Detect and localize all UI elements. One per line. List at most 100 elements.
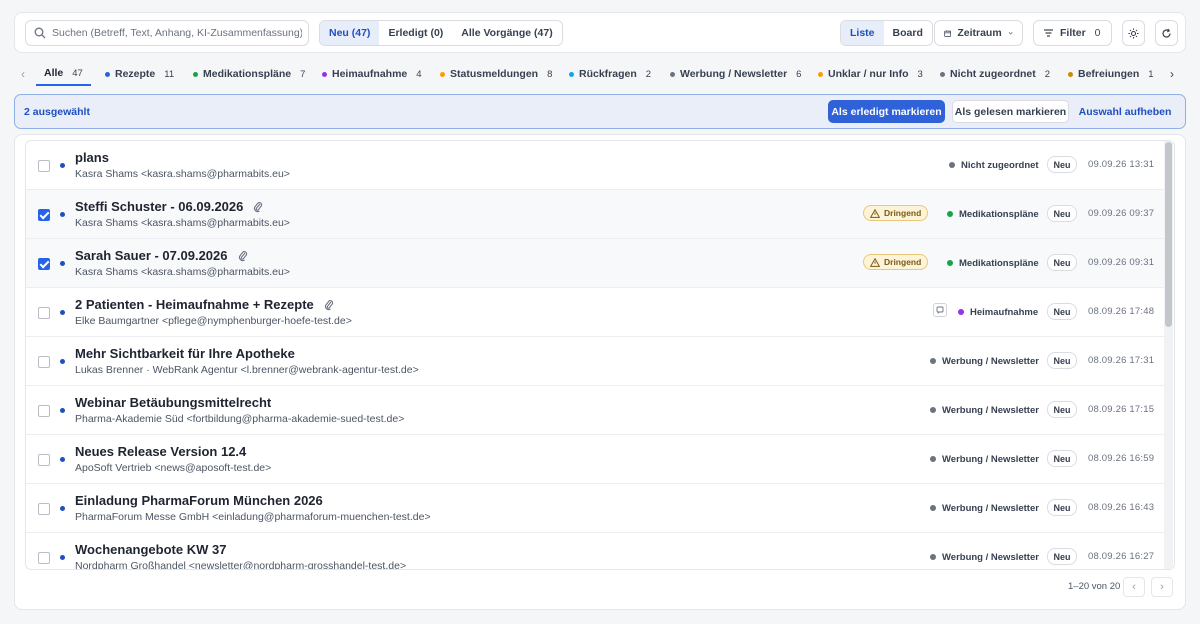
row-checkbox[interactable]: [38, 503, 50, 515]
row-checkbox[interactable]: [38, 160, 50, 172]
message-row[interactable]: Steffi Schuster - 06.09.2026 Kasra Shams…: [26, 190, 1164, 239]
mark-done-button[interactable]: Als erledigt markieren: [828, 100, 945, 123]
warning-icon: [870, 257, 880, 267]
message-date: 09.09.26 09:31: [1088, 257, 1155, 268]
row-checkbox[interactable]: [38, 258, 50, 270]
message-row[interactable]: Sarah Sauer - 07.09.2026 Kasra Shams <ka…: [26, 239, 1164, 288]
message-row[interactable]: Mehr Sichtbarkeit für Ihre Apotheke Luka…: [26, 337, 1164, 386]
refresh-button[interactable]: [1155, 20, 1178, 46]
view-board-button[interactable]: Board: [884, 21, 932, 45]
chevron-right-icon[interactable]: ›: [1170, 67, 1174, 81]
category-tab-rueckfragen[interactable]: Rückfragen 2: [569, 62, 651, 86]
selection-count: 2 ausgewählt: [24, 106, 90, 118]
category-label: Medikationspläne: [203, 68, 292, 80]
message-subject[interactable]: Mehr Sichtbarkeit für Ihre Apotheke: [75, 346, 295, 361]
category-tab-medikationsplaene[interactable]: Medikationspläne 7: [193, 62, 305, 86]
category-label: Heimaufnahme: [332, 68, 408, 80]
message-row[interactable]: 2 Patienten - Heimaufnahme + Rezepte Elk…: [26, 288, 1164, 337]
next-page-button[interactable]: ›: [1151, 577, 1173, 597]
chevron-left-icon[interactable]: ‹: [21, 67, 25, 81]
toolbar: Neu (47) Erledigt (0) Alle Vorgänge (47)…: [14, 12, 1186, 53]
unread-indicator: [60, 506, 65, 511]
status-tab-alle[interactable]: Alle Vorgänge (47): [452, 21, 561, 45]
message-sender: Kasra Shams <kasra.shams@pharmabits.eu>: [75, 266, 290, 278]
category-tag: Medikationspläne: [947, 254, 1039, 272]
unread-indicator: [60, 261, 65, 266]
category-tab-statusmeldungen[interactable]: Statusmeldungen 8: [440, 62, 552, 86]
category-tag: Werbung / Newsletter: [930, 401, 1039, 419]
subject-text: plans: [75, 150, 109, 165]
mark-read-button[interactable]: Als gelesen markieren: [952, 100, 1069, 123]
message-sender: ApoSoft Vertrieb <news@aposoft-test.de>: [75, 462, 272, 474]
row-checkbox[interactable]: [38, 552, 50, 564]
message-sender: Pharma-Akademie Süd <fortbildung@pharma-…: [75, 413, 405, 425]
status-tab-erledigt[interactable]: Erledigt (0): [379, 21, 452, 45]
category-tab-werbung[interactable]: Werbung / Newsletter 6: [670, 62, 801, 86]
message-date: 09.09.26 09:37: [1088, 208, 1155, 219]
row-checkbox[interactable]: [38, 405, 50, 417]
message-date: 08.09.26 16:59: [1088, 453, 1155, 464]
message-subject[interactable]: Webinar Betäubungsmittelrecht: [75, 395, 271, 410]
category-tag: Werbung / Newsletter: [930, 499, 1039, 517]
view-toggle: Liste Board: [840, 20, 933, 46]
scrollbar-thumb[interactable]: [1165, 142, 1172, 327]
filter-button[interactable]: Filter 0: [1033, 20, 1112, 46]
message-sender: Kasra Shams <kasra.shams@pharmabits.eu>: [75, 168, 290, 180]
message-row[interactable]: Webinar Betäubungsmittelrecht Pharma-Aka…: [26, 386, 1164, 435]
category-label: Alle: [44, 67, 64, 79]
zeitraum-button[interactable]: Zeitraum: [934, 20, 1023, 46]
message-subject[interactable]: 2 Patienten - Heimaufnahme + Rezepte: [75, 297, 334, 312]
status-filter: Neu (47) Erledigt (0) Alle Vorgänge (47): [319, 20, 563, 46]
view-list-button[interactable]: Liste: [841, 21, 884, 45]
category-label: Rezepte: [115, 68, 156, 80]
category-tag: Heimaufnahme: [958, 303, 1038, 321]
paperclip-icon: [238, 250, 247, 261]
category-tag: Werbung / Newsletter: [930, 548, 1039, 566]
row-checkbox[interactable]: [38, 209, 50, 221]
row-checkbox[interactable]: [38, 454, 50, 466]
category-tab-rezepte[interactable]: Rezepte 11: [105, 62, 174, 86]
category-count: 6: [796, 68, 802, 80]
row-checkbox[interactable]: [38, 356, 50, 368]
sun-icon: [1128, 28, 1139, 38]
calendar-icon: [944, 30, 952, 37]
previous-page-button[interactable]: ‹: [1123, 577, 1145, 597]
search-input[interactable]: [52, 27, 302, 39]
message-subject[interactable]: Einladung PharmaForum München 2026: [75, 493, 323, 508]
unread-indicator: [60, 359, 65, 364]
status-tab-neu[interactable]: Neu (47): [320, 21, 380, 45]
category-dot: [440, 71, 445, 77]
category-tab-heimaufnahme[interactable]: Heimaufnahme 4: [322, 62, 422, 86]
message-subject[interactable]: plans: [75, 150, 109, 165]
message-subject[interactable]: Sarah Sauer - 07.09.2026: [75, 248, 248, 263]
subject-text: Steffi Schuster - 06.09.2026: [75, 199, 244, 214]
category-tab-befreiungen[interactable]: Befreiungen 1: [1068, 62, 1154, 86]
message-subject[interactable]: Wochenangebote KW 37: [75, 542, 226, 557]
clear-selection-button[interactable]: Auswahl aufheben: [1077, 100, 1173, 123]
filter-icon: [1044, 29, 1053, 37]
category-label: Rückfragen: [579, 68, 637, 80]
category-count: 2: [645, 68, 652, 80]
message-subject[interactable]: Neues Release Version 12.4: [75, 444, 246, 459]
message-row[interactable]: Einladung PharmaForum München 2026 Pharm…: [26, 484, 1164, 533]
chevron-right-icon: ›: [1160, 581, 1164, 593]
message-row[interactable]: Wochenangebote KW 37 Nordpharm Großhande…: [26, 533, 1164, 569]
category-tab-alle[interactable]: Alle 47: [36, 62, 91, 86]
category-tab-nicht-zugeordnet[interactable]: Nicht zugeordnet 2: [940, 62, 1050, 86]
unread-indicator: [60, 163, 65, 168]
row-checkbox[interactable]: [38, 307, 50, 319]
message-subject[interactable]: Steffi Schuster - 06.09.2026: [75, 199, 263, 214]
subject-text: Webinar Betäubungsmittelrecht: [75, 395, 272, 410]
status-badge: Neu: [1047, 254, 1077, 271]
category-count: 7: [300, 68, 306, 80]
warning-icon: [870, 208, 880, 218]
search-box[interactable]: [25, 20, 309, 46]
message-row[interactable]: plans Kasra Shams <kasra.shams@pharmabit…: [26, 141, 1164, 190]
category-tab-unklar[interactable]: Unklar / nur Info 3: [818, 62, 923, 86]
theme-toggle-button[interactable]: [1122, 20, 1145, 46]
message-sender: Elke Baumgartner <pflege@nymphenburger-h…: [75, 315, 352, 327]
message-date: 08.09.26 16:27: [1088, 551, 1155, 562]
note-icon[interactable]: [933, 303, 947, 317]
subject-text: Neues Release Version 12.4: [75, 444, 247, 459]
message-row[interactable]: Neues Release Version 12.4 ApoSoft Vertr…: [26, 435, 1164, 484]
